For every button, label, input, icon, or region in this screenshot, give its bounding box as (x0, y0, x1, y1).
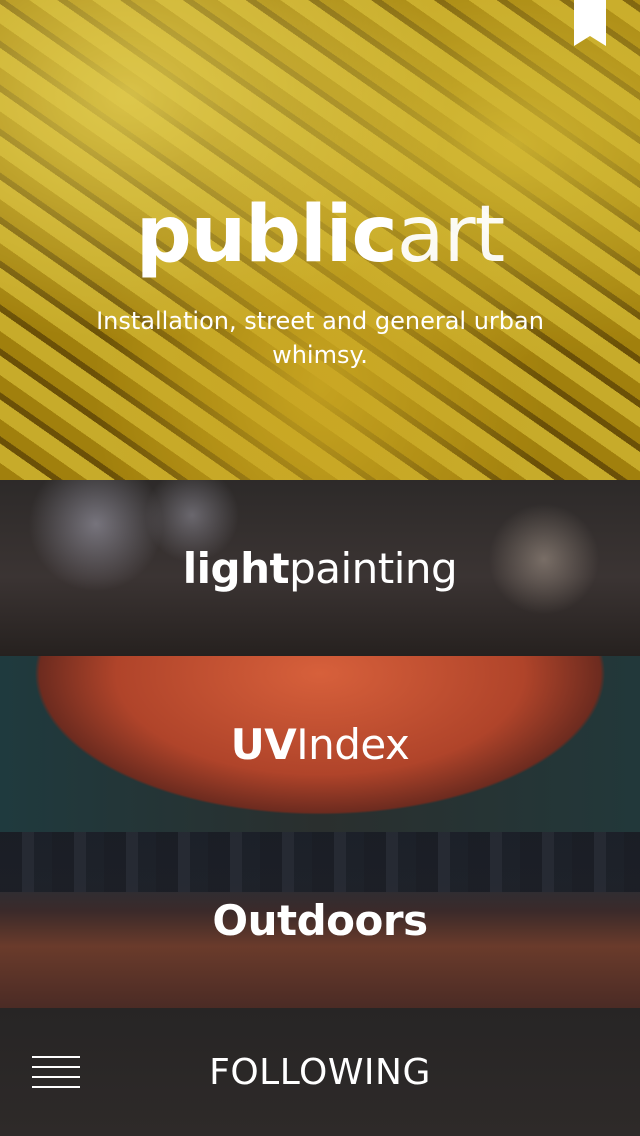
hero-banner[interactable]: publicart Installation, street and gener… (0, 0, 640, 480)
hero-title-bold: public (135, 190, 398, 280)
category-light-painting[interactable]: lightpainting (0, 480, 640, 656)
hero-subtitle: Installation, street and general urban w… (96, 307, 544, 369)
category-label: UVIndex (231, 720, 410, 769)
hero-title: publicart (0, 196, 640, 274)
category-outdoors[interactable]: Outdoors (0, 832, 640, 1008)
bottom-bar: FOLLOWING (0, 1008, 640, 1136)
category-label-bold: Outdoors (212, 895, 428, 945)
hero-title-light: art (396, 190, 505, 280)
category-label-light: Index (296, 719, 410, 769)
category-label-bold: light (182, 543, 290, 593)
following-tab[interactable]: FOLLOWING (209, 1052, 431, 1093)
city-skyline (0, 832, 640, 892)
hamburger-menu-icon[interactable] (32, 1056, 80, 1088)
category-label-bold: UV (230, 719, 297, 769)
category-label-light: painting (289, 543, 458, 593)
category-label: lightpainting (182, 543, 458, 593)
category-uv-index[interactable]: UVIndex (0, 656, 640, 832)
category-label: Outdoors (212, 895, 428, 945)
bookmark-icon[interactable] (574, 0, 606, 46)
